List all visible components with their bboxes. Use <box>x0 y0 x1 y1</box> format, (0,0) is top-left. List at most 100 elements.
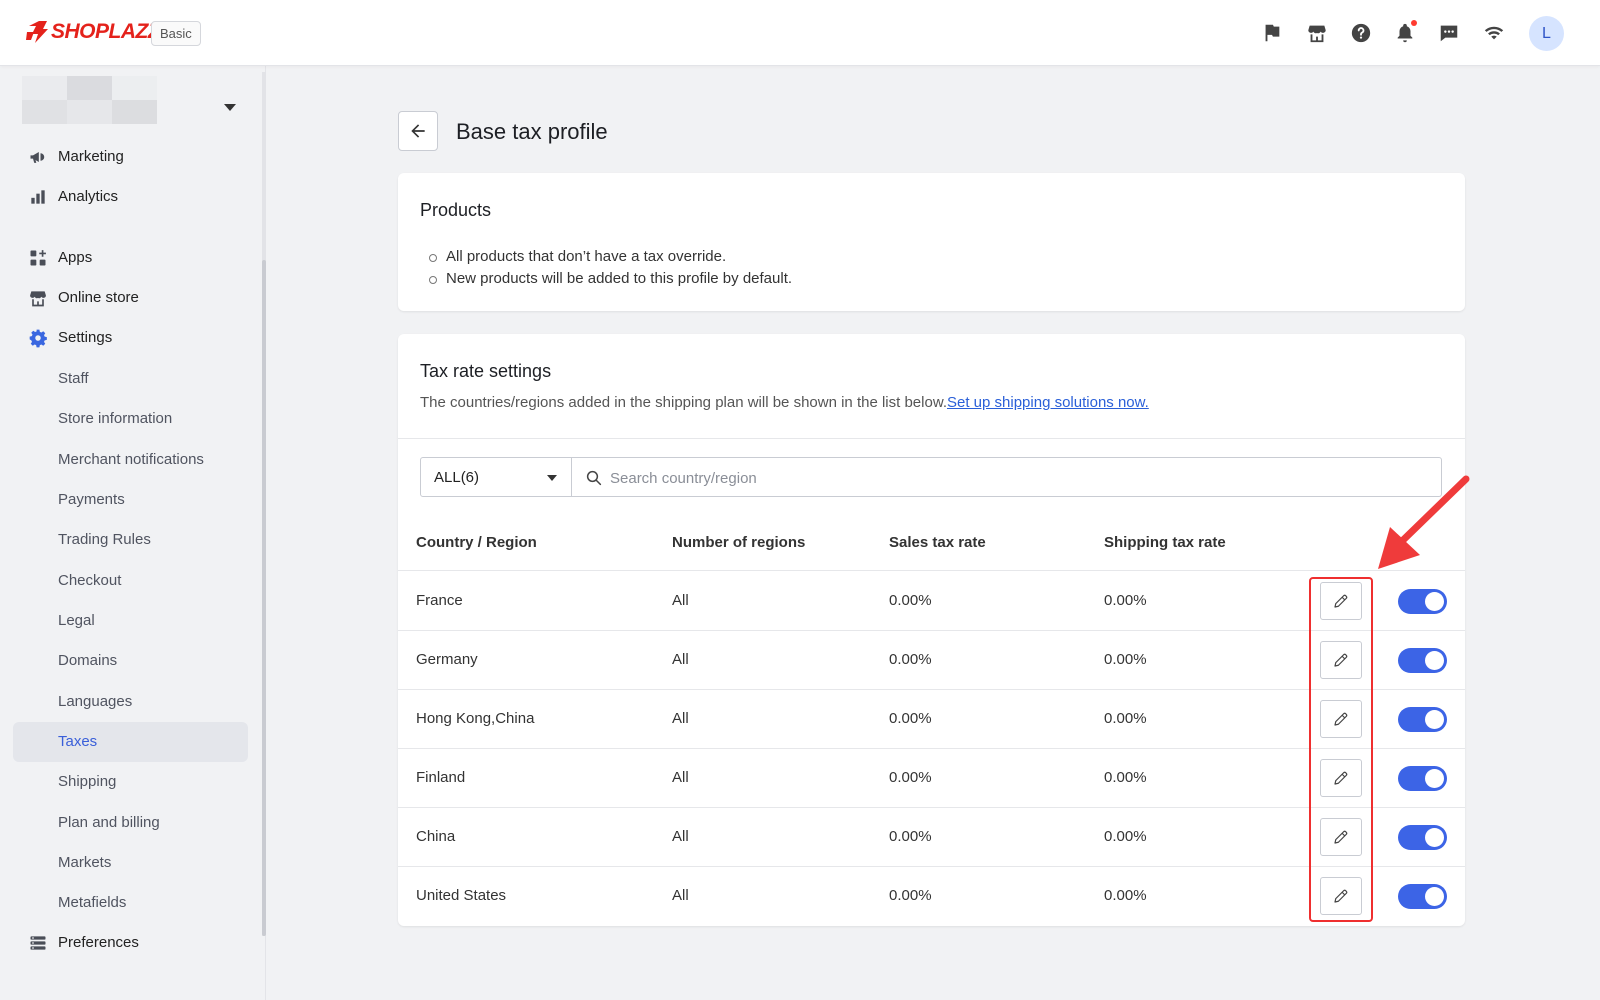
sidebar-item-label: Checkout <box>58 572 122 589</box>
search-icon <box>586 470 602 486</box>
chat-icon[interactable] <box>1438 22 1460 44</box>
list-item: New products will be added to this profi… <box>420 268 792 290</box>
sidebar-item-label: Apps <box>58 249 93 266</box>
table-header: Country / Region Number of regions Sales… <box>398 514 1465 571</box>
table-row: Finland All 0.00% 0.00% <box>398 749 1465 808</box>
help-icon[interactable] <box>1350 22 1372 44</box>
column-header-sales-tax: Sales tax rate <box>889 534 986 551</box>
edit-button[interactable] <box>1320 759 1362 797</box>
sidebar-item-apps[interactable]: Apps <box>0 238 266 278</box>
store-switcher[interactable] <box>22 76 182 132</box>
search-input[interactable] <box>610 467 1410 489</box>
cell-sales-tax: 0.00% <box>889 592 932 609</box>
sidebar-item-staff[interactable]: Staff <box>0 359 266 399</box>
pencil-icon <box>1334 653 1348 667</box>
region-filter-select[interactable]: ALL(6) <box>420 457 572 497</box>
wifi-icon[interactable] <box>1483 22 1505 44</box>
sidebar-item-label: Analytics <box>58 188 119 205</box>
top-bar: SHOPLAZZA Basic L <box>0 0 1600 66</box>
edit-button[interactable] <box>1320 700 1362 738</box>
cell-country: Finland <box>416 769 466 786</box>
back-button[interactable] <box>398 111 438 151</box>
sidebar-item-plan-and-billing[interactable]: Plan and billing <box>0 803 266 843</box>
page-title: Base tax profile <box>456 119 608 144</box>
edit-button[interactable] <box>1320 818 1362 856</box>
gear-icon <box>28 328 48 348</box>
pencil-icon <box>1334 594 1348 608</box>
cell-regions: All <box>672 828 689 845</box>
logo-mark-icon <box>26 21 48 43</box>
sidebar-item-metafields[interactable]: Metafields <box>0 883 266 923</box>
sidebar-item-label: Metafields <box>58 894 127 911</box>
column-header-shipping-tax: Shipping tax rate <box>1104 534 1226 551</box>
notification-dot <box>1411 20 1417 26</box>
cell-shipping-tax: 0.00% <box>1104 710 1147 727</box>
store-icon <box>28 288 48 308</box>
enable-toggle[interactable] <box>1398 884 1447 909</box>
sidebar-item-label: Store information <box>58 410 173 427</box>
tax-rate-card-title: Tax rate settings <box>420 361 552 381</box>
sidebar-item-settings[interactable]: Settings <box>0 318 266 358</box>
pencil-icon <box>1334 712 1348 726</box>
arrow-left-icon <box>411 124 425 138</box>
sidebar-item-payments[interactable]: Payments <box>0 480 266 520</box>
cell-country: Hong Kong,China <box>416 710 535 727</box>
enable-toggle[interactable] <box>1398 825 1447 850</box>
cell-sales-tax: 0.00% <box>889 828 932 845</box>
setup-shipping-link[interactable]: Set up shipping solutions now. <box>947 394 1149 411</box>
sidebar-item-label: Markets <box>58 854 112 871</box>
sidebar-item-label: Online store <box>58 289 139 306</box>
user-avatar[interactable]: L <box>1529 16 1564 51</box>
store-icon[interactable] <box>1306 22 1328 44</box>
sidebar-scrollbar-thumb[interactable] <box>262 260 266 936</box>
cell-shipping-tax: 0.00% <box>1104 828 1147 845</box>
table-row: Germany All 0.00% 0.00% <box>398 631 1465 690</box>
chevron-down-icon <box>547 475 557 481</box>
sidebar-item-store-information[interactable]: Store information <box>0 399 266 439</box>
description-text: The countries/regions added in the shipp… <box>420 394 947 411</box>
cell-country: Germany <box>416 651 478 668</box>
enable-toggle[interactable] <box>1398 707 1447 732</box>
sidebar-item-preferences[interactable]: Preferences <box>0 923 266 963</box>
sidebar-item-analytics[interactable]: Analytics <box>0 177 266 217</box>
column-header-regions: Number of regions <box>672 534 806 551</box>
cell-regions: All <box>672 592 689 609</box>
toggle-knob <box>1425 887 1444 906</box>
sidebar-item-trading-rules[interactable]: Trading Rules <box>0 520 266 560</box>
cell-sales-tax: 0.00% <box>889 710 932 727</box>
flag-icon[interactable] <box>1261 22 1283 44</box>
cell-shipping-tax: 0.00% <box>1104 769 1147 786</box>
store-caret-icon[interactable] <box>224 104 236 111</box>
pencil-icon <box>1334 771 1348 785</box>
sidebar-item-online-store[interactable]: Online store <box>0 278 266 318</box>
table-row: China All 0.00% 0.00% <box>398 808 1465 867</box>
edit-button[interactable] <box>1320 641 1362 679</box>
products-bullet-list: All products that don’t have a tax overr… <box>420 246 792 290</box>
sidebar-item-checkout[interactable]: Checkout <box>0 561 266 601</box>
sidebar-item-label: Settings <box>58 329 113 346</box>
sidebar-item-merchant-notifications[interactable]: Merchant notifications <box>0 440 266 480</box>
search-field[interactable] <box>571 457 1442 497</box>
sidebar-item-languages[interactable]: Languages <box>0 682 266 722</box>
sidebar-item-domains[interactable]: Domains <box>0 641 266 681</box>
sidebar-item-label: Trading Rules <box>58 531 151 548</box>
sidebar-item-label: Payments <box>58 491 125 508</box>
sidebar-item-shipping[interactable]: Shipping <box>0 762 266 802</box>
enable-toggle[interactable] <box>1398 648 1447 673</box>
sidebar-item-label: Plan and billing <box>58 814 160 831</box>
sidebar-item-label: Staff <box>58 370 89 387</box>
enable-toggle[interactable] <box>1398 766 1447 791</box>
table-row: France All 0.00% 0.00% <box>398 572 1465 631</box>
sidebar-item-markets[interactable]: Markets <box>0 843 266 883</box>
cell-regions: All <box>672 651 689 668</box>
products-card: Products All products that don’t have a … <box>398 173 1465 311</box>
enable-toggle[interactable] <box>1398 589 1447 614</box>
sidebar-item-legal[interactable]: Legal <box>0 601 266 641</box>
edit-button[interactable] <box>1320 877 1362 915</box>
cell-sales-tax: 0.00% <box>889 887 932 904</box>
edit-button[interactable] <box>1320 582 1362 620</box>
pencil-icon <box>1334 889 1348 903</box>
plan-badge: Basic <box>151 21 201 46</box>
sidebar-item-marketing[interactable]: Marketing <box>0 137 266 177</box>
sidebar-item-taxes[interactable]: Taxes <box>13 722 248 762</box>
